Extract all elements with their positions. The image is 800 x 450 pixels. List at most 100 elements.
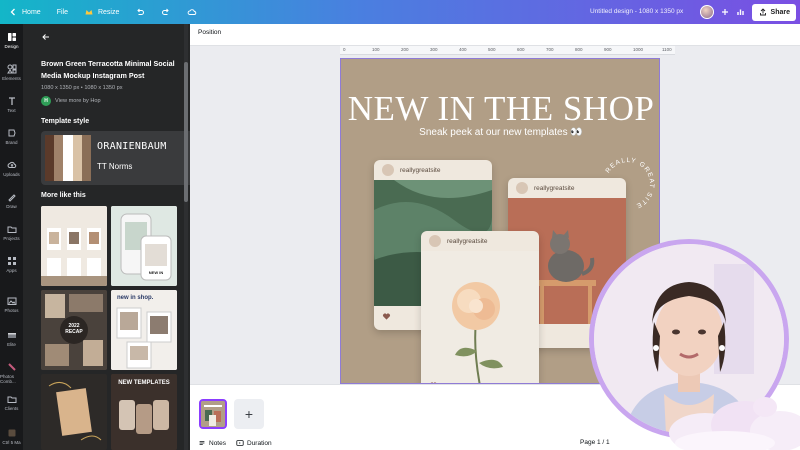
plus-icon[interactable] <box>720 7 730 17</box>
panel-scrollbar[interactable] <box>184 24 188 450</box>
card-handle: reallygreatsite <box>447 237 488 245</box>
color-swatch <box>81 135 92 181</box>
rail-label: Photos <box>4 308 19 313</box>
rail-label: Apps <box>6 268 17 273</box>
rail-item-design[interactable]: Design <box>0 32 23 49</box>
rail-item-elite[interactable]: Elite <box>0 330 23 347</box>
template-thumb[interactable]: new in shop. <box>111 290 177 370</box>
ruler-tick: 700 <box>546 47 554 52</box>
thumb-label: NEW TEMPLATES <box>118 380 170 386</box>
template-thumb[interactable]: NEW TEMPLATES <box>111 374 177 450</box>
duration-button[interactable]: Duration <box>236 439 272 447</box>
design-icon <box>7 33 16 41</box>
share-button[interactable]: Share <box>751 3 796 21</box>
ruler-horizontal: 0 100 200 300 400 500 600 700 800 900 10… <box>340 46 675 55</box>
plus-icon: + <box>244 406 254 422</box>
cloud-save-button[interactable] <box>179 0 205 24</box>
analytics-icon[interactable] <box>736 7 746 17</box>
brand-icon <box>8 129 16 137</box>
rail-label: Ctrl 5 Ma <box>2 440 21 445</box>
template-thumb[interactable] <box>41 206 107 286</box>
notes-label: Notes <box>209 439 226 447</box>
editor-toolbar: Position <box>190 24 800 46</box>
template-panel: Brown Green Terracotta Minimal Social Me… <box>23 24 190 450</box>
color-swatch <box>63 135 73 181</box>
thumb-label: new in shop. <box>117 295 154 301</box>
draw-icon <box>7 194 16 202</box>
ruler-tick: 100 <box>372 47 380 52</box>
rail-label: Elite <box>7 342 16 347</box>
rail-label: Text <box>7 108 16 113</box>
ruler-tick: 1000 <box>633 47 644 52</box>
rail-item-clients[interactable]: Clients <box>0 394 23 411</box>
notes-icon <box>199 441 205 445</box>
rail-item-brand[interactable]: Brand <box>0 128 23 145</box>
apps-icon <box>7 257 16 265</box>
rail-item-draw[interactable]: Draw <box>0 192 23 209</box>
position-button[interactable]: Position <box>198 29 221 36</box>
user-avatar[interactable] <box>699 5 714 19</box>
author-link[interactable]: H View more by Hop <box>41 96 101 106</box>
duration-label: Duration <box>247 439 272 447</box>
design-subheadline[interactable]: Sneak peek at our new templates 👀 <box>341 127 659 138</box>
rail-item-uploads[interactable]: Uploads <box>0 160 23 177</box>
template-thumb[interactable]: NEW IN <box>111 206 177 286</box>
template-style-card[interactable]: ORANIENBAUM TT Norms <box>41 131 190 185</box>
timer-icon <box>236 440 244 446</box>
design-headline[interactable]: NEW IN THE SHOP <box>341 89 659 129</box>
resize-label: Resize <box>97 8 120 16</box>
file-menu-button[interactable]: File <box>49 0 76 24</box>
rail-label: Projects <box>3 236 20 241</box>
photos-comb-icon <box>7 363 16 371</box>
topbar-right: Share <box>699 0 800 24</box>
rail-item-ctrl[interactable]: Ctrl 5 Ma <box>0 428 23 445</box>
uploads-icon <box>7 161 16 168</box>
back-arrow-icon[interactable] <box>41 32 51 42</box>
template-thumb-preview <box>111 290 177 370</box>
template-thumb-preview <box>41 374 107 450</box>
more-like-this-heading: More like this <box>41 192 86 199</box>
page-indicator[interactable]: Page 1 / 1 <box>580 439 610 446</box>
add-page-button[interactable]: + <box>234 399 264 429</box>
rail-item-text[interactable]: Text <box>0 96 23 113</box>
rail-item-apps[interactable]: Apps <box>0 256 23 273</box>
undo-button[interactable] <box>127 0 153 24</box>
redo-button[interactable] <box>153 0 179 24</box>
rail-item-photos[interactable]: Photos <box>0 296 23 313</box>
card-handle: reallygreatsite <box>400 166 441 174</box>
card-handle: reallygreatsite <box>534 184 575 192</box>
chevron-left-icon <box>10 8 15 16</box>
author-label: View more by Hop <box>55 98 101 104</box>
style-font-secondary: TT Norms <box>97 162 133 171</box>
heart-icon[interactable] <box>382 312 391 321</box>
rail-item-projects[interactable]: Projects <box>0 224 23 241</box>
file-label: File <box>56 8 68 16</box>
undo-icon <box>137 8 145 15</box>
rail-item-elements[interactable]: Elements <box>0 64 23 81</box>
template-thumb-preview <box>41 206 107 286</box>
card-avatar <box>382 164 394 176</box>
template-thumb[interactable] <box>41 374 107 450</box>
mockup-card[interactable]: reallygreatsite <box>421 231 539 383</box>
panel-scrollbar-thumb[interactable] <box>184 62 188 202</box>
card-image-peony <box>421 251 539 383</box>
thumb-label: 2022 RECAP <box>65 323 83 335</box>
ruler-tick: 900 <box>604 47 612 52</box>
text-icon <box>8 97 15 105</box>
home-button[interactable]: Home <box>0 0 49 24</box>
card-header: reallygreatsite <box>508 178 626 198</box>
projects-icon <box>7 226 16 233</box>
rail-item-photos-comb[interactable]: Photos Comb... <box>0 362 23 384</box>
share-icon <box>759 8 766 16</box>
template-thumb[interactable]: 2022 RECAP <box>41 290 107 370</box>
author-avatar: H <box>41 96 51 106</box>
thumb-label: NEW IN <box>148 270 164 275</box>
cloud-decoration <box>669 397 800 450</box>
resize-button[interactable]: Resize <box>76 0 127 24</box>
photos-icon <box>7 297 16 305</box>
document-title[interactable]: Untitled design - 1080 x 1350 px <box>590 0 683 24</box>
template-dimensions: 1080 x 1350 px • 1080 x 1350 px <box>41 85 123 91</box>
notes-button[interactable]: Notes <box>198 439 226 447</box>
card-avatar <box>516 182 528 194</box>
page-thumbnail[interactable] <box>199 399 227 429</box>
